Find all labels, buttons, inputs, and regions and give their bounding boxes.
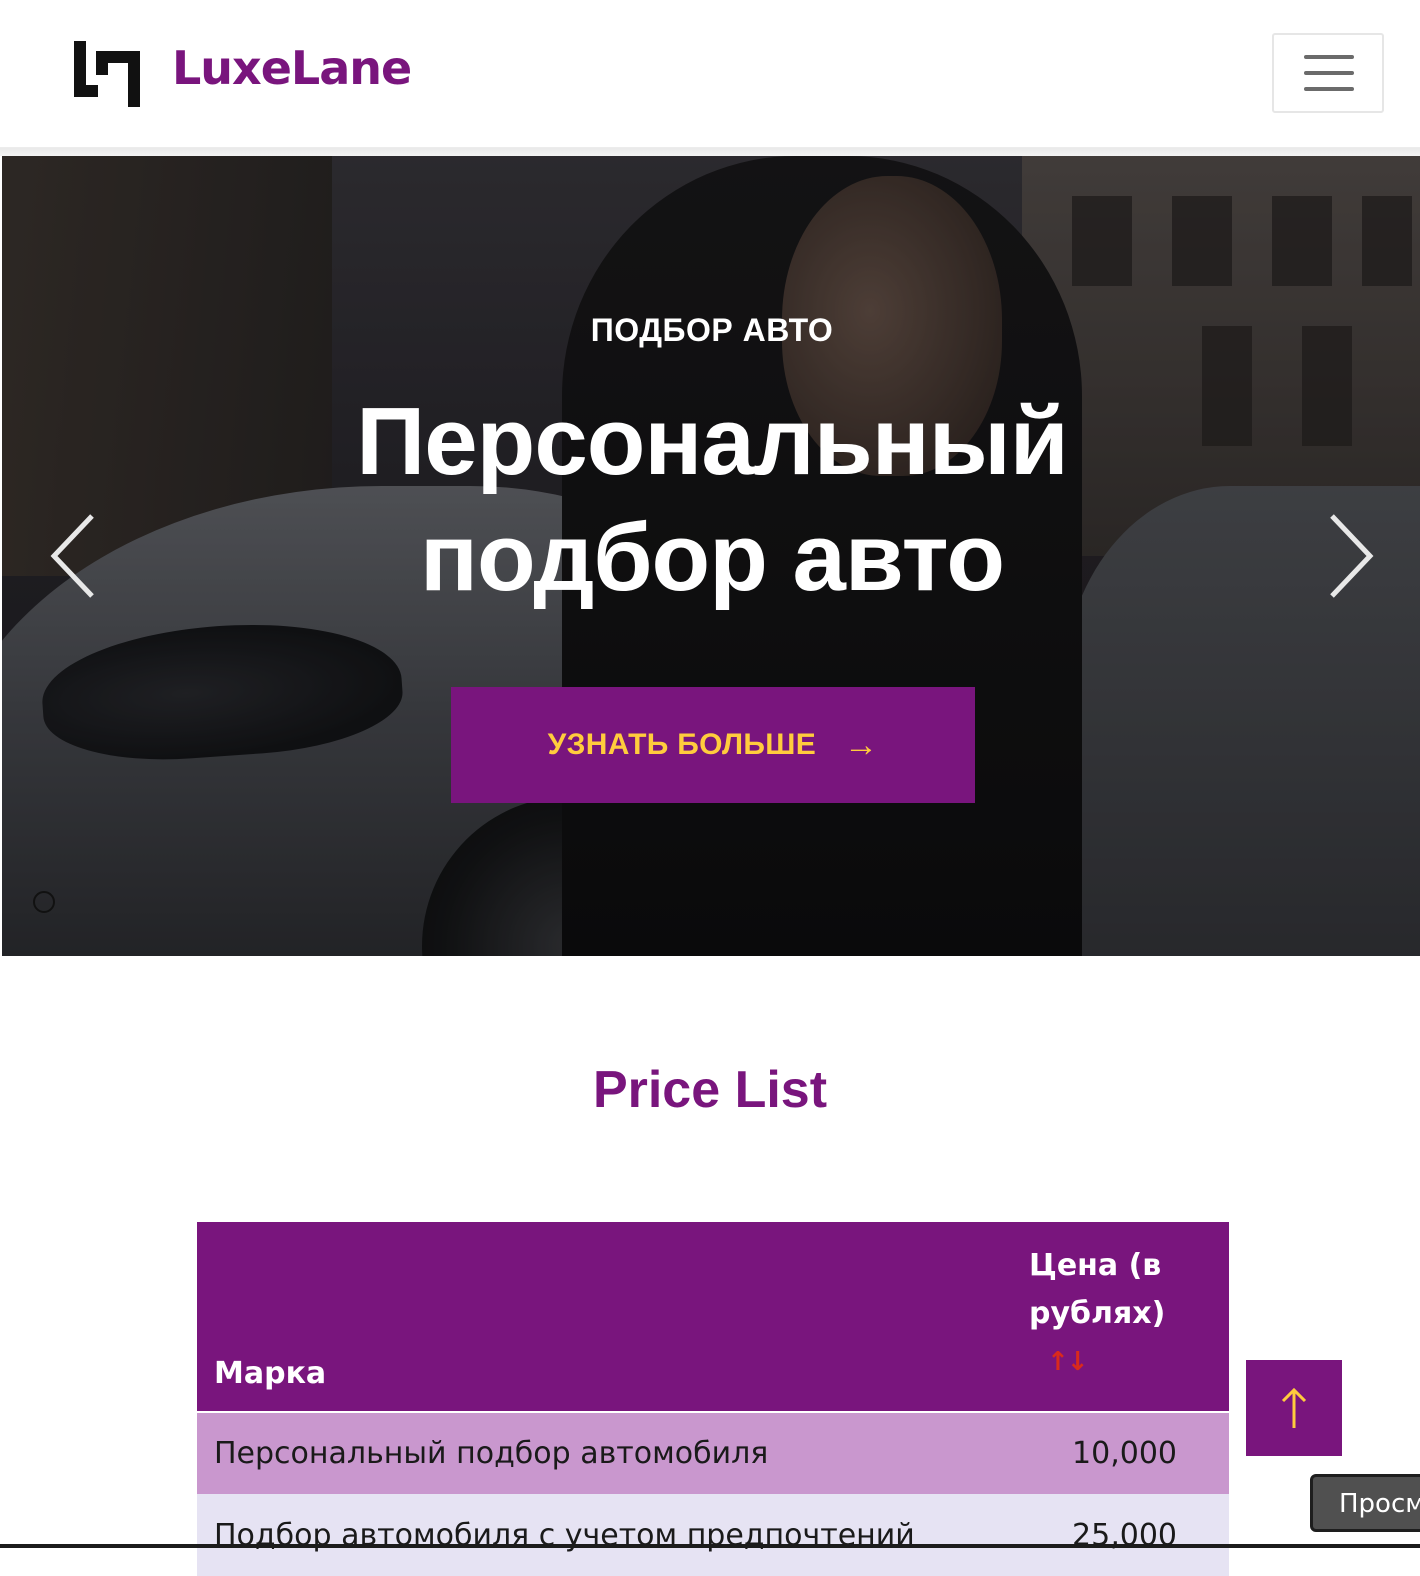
table-header-row: Марка Цена (в рублях) ↑↓ xyxy=(197,1222,1229,1413)
hero-carousel: ПОДБОР АВТО Персональный подбор авто УЗН… xyxy=(2,156,1420,956)
table-row: Подбор автомобиля с учетом предпочтений … xyxy=(197,1494,1229,1576)
luxelane-logo-icon xyxy=(74,41,140,107)
service-name-cell: Персональный подбор автомобиля xyxy=(197,1412,1029,1494)
price-list-title: Price List xyxy=(592,1061,828,1119)
hero-title: Персональный подбор авто xyxy=(2,384,1420,616)
arrow-right-icon: → xyxy=(844,725,879,764)
hero-title-line-2: подбор авто xyxy=(419,504,1005,611)
learn-more-button[interactable]: УЗНАТЬ БОЛЬШЕ → xyxy=(451,687,975,803)
hero-eyebrow: ПОДБОР АВТО xyxy=(590,312,834,348)
learn-more-label: УЗНАТЬ БОЛЬШЕ xyxy=(547,728,817,761)
service-name-cell: Подбор автомобиля с учетом предпочтений xyxy=(197,1494,1029,1576)
column-header-brand: Марка xyxy=(197,1222,1029,1413)
hero-title-line-1: Персональный xyxy=(356,388,1068,495)
column-header-price-label: Цена (в рублях) xyxy=(1029,1248,1166,1331)
arrow-up-icon xyxy=(1281,1387,1307,1428)
table-row: Персональный подбор автомобиля 10,000 xyxy=(197,1412,1229,1494)
viewport-bottom-edge xyxy=(0,1544,1420,1548)
menu-toggle-button[interactable] xyxy=(1272,33,1384,113)
brand-name: LuxeLane xyxy=(172,41,412,95)
tooltip: Просм xyxy=(1310,1474,1420,1532)
scroll-to-top-button[interactable] xyxy=(1246,1360,1342,1456)
header-shadow xyxy=(0,148,1420,156)
price-table: Марка Цена (в рублях) ↑↓ Персональный по… xyxy=(197,1222,1229,1576)
brand-home-link[interactable]: LuxeLane xyxy=(72,38,412,110)
carousel-indicator-dot[interactable] xyxy=(33,891,55,913)
site-header: LuxeLane xyxy=(0,0,1420,148)
price-cell: 10,000 xyxy=(1029,1412,1229,1494)
sort-arrows-icon[interactable]: ↑↓ xyxy=(1047,1349,1179,1375)
column-header-price[interactable]: Цена (в рублях) ↑↓ xyxy=(1029,1222,1229,1413)
price-cell: 25,000 xyxy=(1029,1494,1229,1576)
